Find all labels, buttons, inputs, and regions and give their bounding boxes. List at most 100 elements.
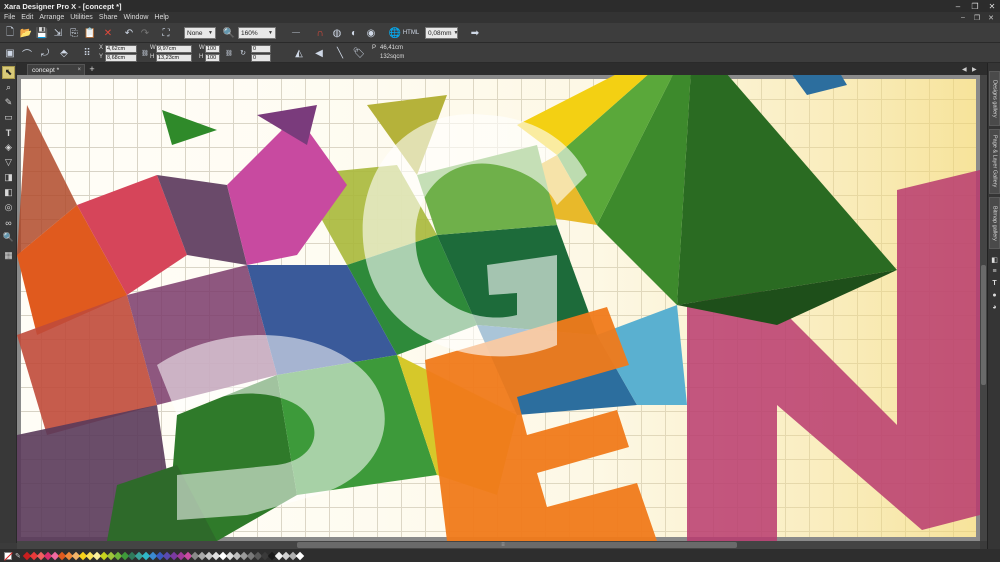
zoom-to-page-icon[interactable]: ⛶ bbox=[159, 26, 173, 40]
fill-gallery-icon[interactable]: ◧ bbox=[990, 255, 999, 264]
y-label: Y bbox=[99, 54, 104, 60]
delete-icon[interactable]: ✕ bbox=[101, 26, 115, 40]
menu-file[interactable]: File bbox=[4, 14, 15, 21]
tab-close-icon[interactable]: × bbox=[77, 67, 81, 73]
blend-tool-icon[interactable]: ∞ bbox=[2, 216, 15, 229]
font-gallery-icon[interactable]: T bbox=[990, 279, 999, 288]
vertical-scroll-thumb[interactable] bbox=[981, 265, 986, 385]
selector-options-icon[interactable]: ▣ bbox=[3, 46, 17, 60]
x-field[interactable]: 4,62cm bbox=[105, 45, 137, 53]
line-gallery-icon[interactable]: ≡ bbox=[990, 267, 999, 276]
tab-bitmap-gallery[interactable]: Bitmap gallery bbox=[989, 197, 1000, 249]
copy-icon[interactable]: ⎘ bbox=[67, 26, 81, 40]
h-pct-label: H bbox=[199, 54, 204, 60]
tab-scroll-right-icon[interactable]: ▶ bbox=[972, 63, 977, 75]
drawing-canvas[interactable] bbox=[17, 75, 980, 541]
height-field[interactable]: 13,23cm bbox=[156, 54, 192, 62]
angle-field[interactable]: 0 bbox=[251, 45, 271, 53]
curve-icon[interactable]: ⌒ bbox=[20, 46, 34, 61]
rectangle-tool-icon[interactable]: ▭ bbox=[2, 111, 15, 124]
menu-share[interactable]: Share bbox=[99, 14, 118, 21]
x-label: X bbox=[99, 45, 104, 51]
lock-aspect-icon[interactable]: ⛓ bbox=[222, 46, 236, 60]
text-tool-icon[interactable]: T bbox=[2, 126, 15, 139]
grid-icon[interactable]: ⠿ bbox=[80, 46, 94, 60]
transparency-icon[interactable]: ◐ bbox=[347, 26, 361, 40]
transparency-tool-icon[interactable]: ▽ bbox=[2, 156, 15, 169]
tab-designs-gallery[interactable]: Designs gallery bbox=[989, 71, 1000, 126]
render-icon[interactable]: ◉ bbox=[364, 26, 378, 40]
horizontal-scrollbar[interactable]: ≡ bbox=[17, 541, 980, 549]
menu-utilities[interactable]: Utilities bbox=[70, 14, 93, 21]
redo-icon[interactable]: ↷ bbox=[138, 26, 152, 40]
y-field[interactable]: 8,68cm bbox=[105, 54, 137, 62]
maximize-icon[interactable]: ❐ bbox=[970, 0, 980, 12]
contour-tool-icon[interactable]: ◎ bbox=[2, 201, 15, 214]
palette-menu-icon[interactable]: ✎ bbox=[15, 552, 21, 560]
scroll-grip-icon: ≡ bbox=[501, 542, 505, 548]
save-icon[interactable]: 💾 bbox=[35, 26, 49, 40]
zoom-value: 160% bbox=[241, 29, 258, 37]
undo-icon[interactable]: ↶ bbox=[122, 26, 136, 40]
menu-window[interactable]: Window bbox=[124, 14, 149, 21]
rotate-handles-icon[interactable]: ⤾ bbox=[38, 46, 52, 60]
web-icon[interactable]: 🌐 bbox=[388, 26, 402, 40]
photo-tool-icon[interactable]: ▦ bbox=[2, 249, 15, 262]
area-value: 132sqcm bbox=[380, 54, 405, 60]
add-tab-icon[interactable]: + bbox=[87, 64, 97, 74]
zoom-tool-icon[interactable]: ⌕ bbox=[2, 81, 15, 94]
magnet-icon[interactable]: ∩ bbox=[313, 26, 327, 40]
line-tool-icon[interactable]: ╲ bbox=[333, 46, 347, 60]
minimize-icon[interactable]: – bbox=[953, 0, 963, 12]
html-icon[interactable]: HTML bbox=[403, 26, 419, 40]
skew-field[interactable]: 0 bbox=[251, 54, 271, 62]
flip-vertical-icon[interactable]: ◀ bbox=[312, 46, 326, 60]
new-document-icon[interactable]: 🗋 bbox=[3, 26, 17, 40]
color-gallery-icon[interactable]: ◕ bbox=[990, 303, 999, 312]
standard-toolbar: 🗋 📂 💾 ⇲ ⎘ 📋 ✕ ↶ ↷ ⛶ None ▼ 🔍 160% ▼ ┈┈ ∩ ◍… bbox=[0, 23, 1000, 43]
magnify-tool-icon[interactable]: 🔍 bbox=[2, 231, 15, 244]
doc-minimize-icon[interactable]: – bbox=[958, 12, 968, 23]
import-icon[interactable]: ⇲ bbox=[51, 26, 65, 40]
fill-tool-icon[interactable]: ◈ bbox=[2, 141, 15, 154]
tab-scroll-left-icon[interactable]: ◀ bbox=[962, 63, 967, 75]
flip-horizontal-icon[interactable]: ◭ bbox=[292, 46, 306, 60]
zoom-icon[interactable]: 🔍 bbox=[222, 26, 236, 40]
width-percent-field[interactable]: 100 bbox=[205, 45, 220, 53]
menu-arrange[interactable]: Arrange bbox=[39, 14, 64, 21]
shadow-tool-icon[interactable]: ◨ bbox=[2, 171, 15, 184]
w-label: W bbox=[150, 45, 156, 51]
doc-close-icon[interactable]: ✕ bbox=[986, 12, 996, 23]
doc-restore-icon[interactable]: ❐ bbox=[972, 12, 982, 23]
line-width-select[interactable]: 0,08mm ▼ bbox=[425, 27, 458, 39]
palette-swatch[interactable] bbox=[295, 551, 305, 560]
vertical-scrollbar[interactable] bbox=[980, 75, 987, 541]
selector-tool-icon[interactable]: ⬉ bbox=[2, 66, 15, 79]
rotate-icon[interactable]: ↻ bbox=[236, 46, 250, 60]
clipart-gallery-icon[interactable]: ● bbox=[990, 291, 999, 300]
tab-concept[interactable]: concept * × bbox=[27, 64, 85, 75]
snap-grid-icon[interactable]: ┈┈ bbox=[286, 26, 306, 40]
quality-select[interactable]: None ▼ bbox=[184, 27, 216, 39]
menu-edit[interactable]: Edit bbox=[21, 14, 33, 21]
bevel-tool-icon[interactable]: ◧ bbox=[2, 186, 15, 199]
chevron-down-icon: ▼ bbox=[453, 30, 459, 36]
gallery-dock: Designs gallery Page & Layer Gallery Bit… bbox=[987, 63, 1000, 549]
width-field[interactable]: 9,97cm bbox=[156, 45, 192, 53]
shape-icon[interactable]: ⬘ bbox=[57, 46, 71, 60]
paste-icon[interactable]: 📋 bbox=[83, 26, 97, 40]
tag-icon[interactable]: 🏷 bbox=[352, 46, 366, 60]
zoom-select[interactable]: 160% ▼ bbox=[238, 27, 276, 39]
height-percent-field[interactable]: 100 bbox=[205, 54, 220, 62]
perimeter-label: P bbox=[372, 45, 377, 51]
menu-help[interactable]: Help bbox=[154, 14, 168, 21]
no-color-swatch[interactable] bbox=[4, 551, 12, 560]
arrow-right-icon[interactable]: ➡ bbox=[468, 26, 482, 40]
open-icon[interactable]: 📂 bbox=[19, 26, 33, 40]
horizontal-scroll-thumb[interactable] bbox=[297, 542, 737, 548]
tab-page-layer-gallery[interactable]: Page & Layer Gallery bbox=[989, 129, 1000, 194]
freehand-tool-icon[interactable]: ✎ bbox=[2, 96, 15, 109]
title-bar: Xara Designer Pro X - [concept *] – ❐ ✕ bbox=[0, 0, 1000, 12]
close-icon[interactable]: ✕ bbox=[987, 0, 997, 12]
color-picker-icon[interactable]: ◍ bbox=[330, 26, 344, 40]
